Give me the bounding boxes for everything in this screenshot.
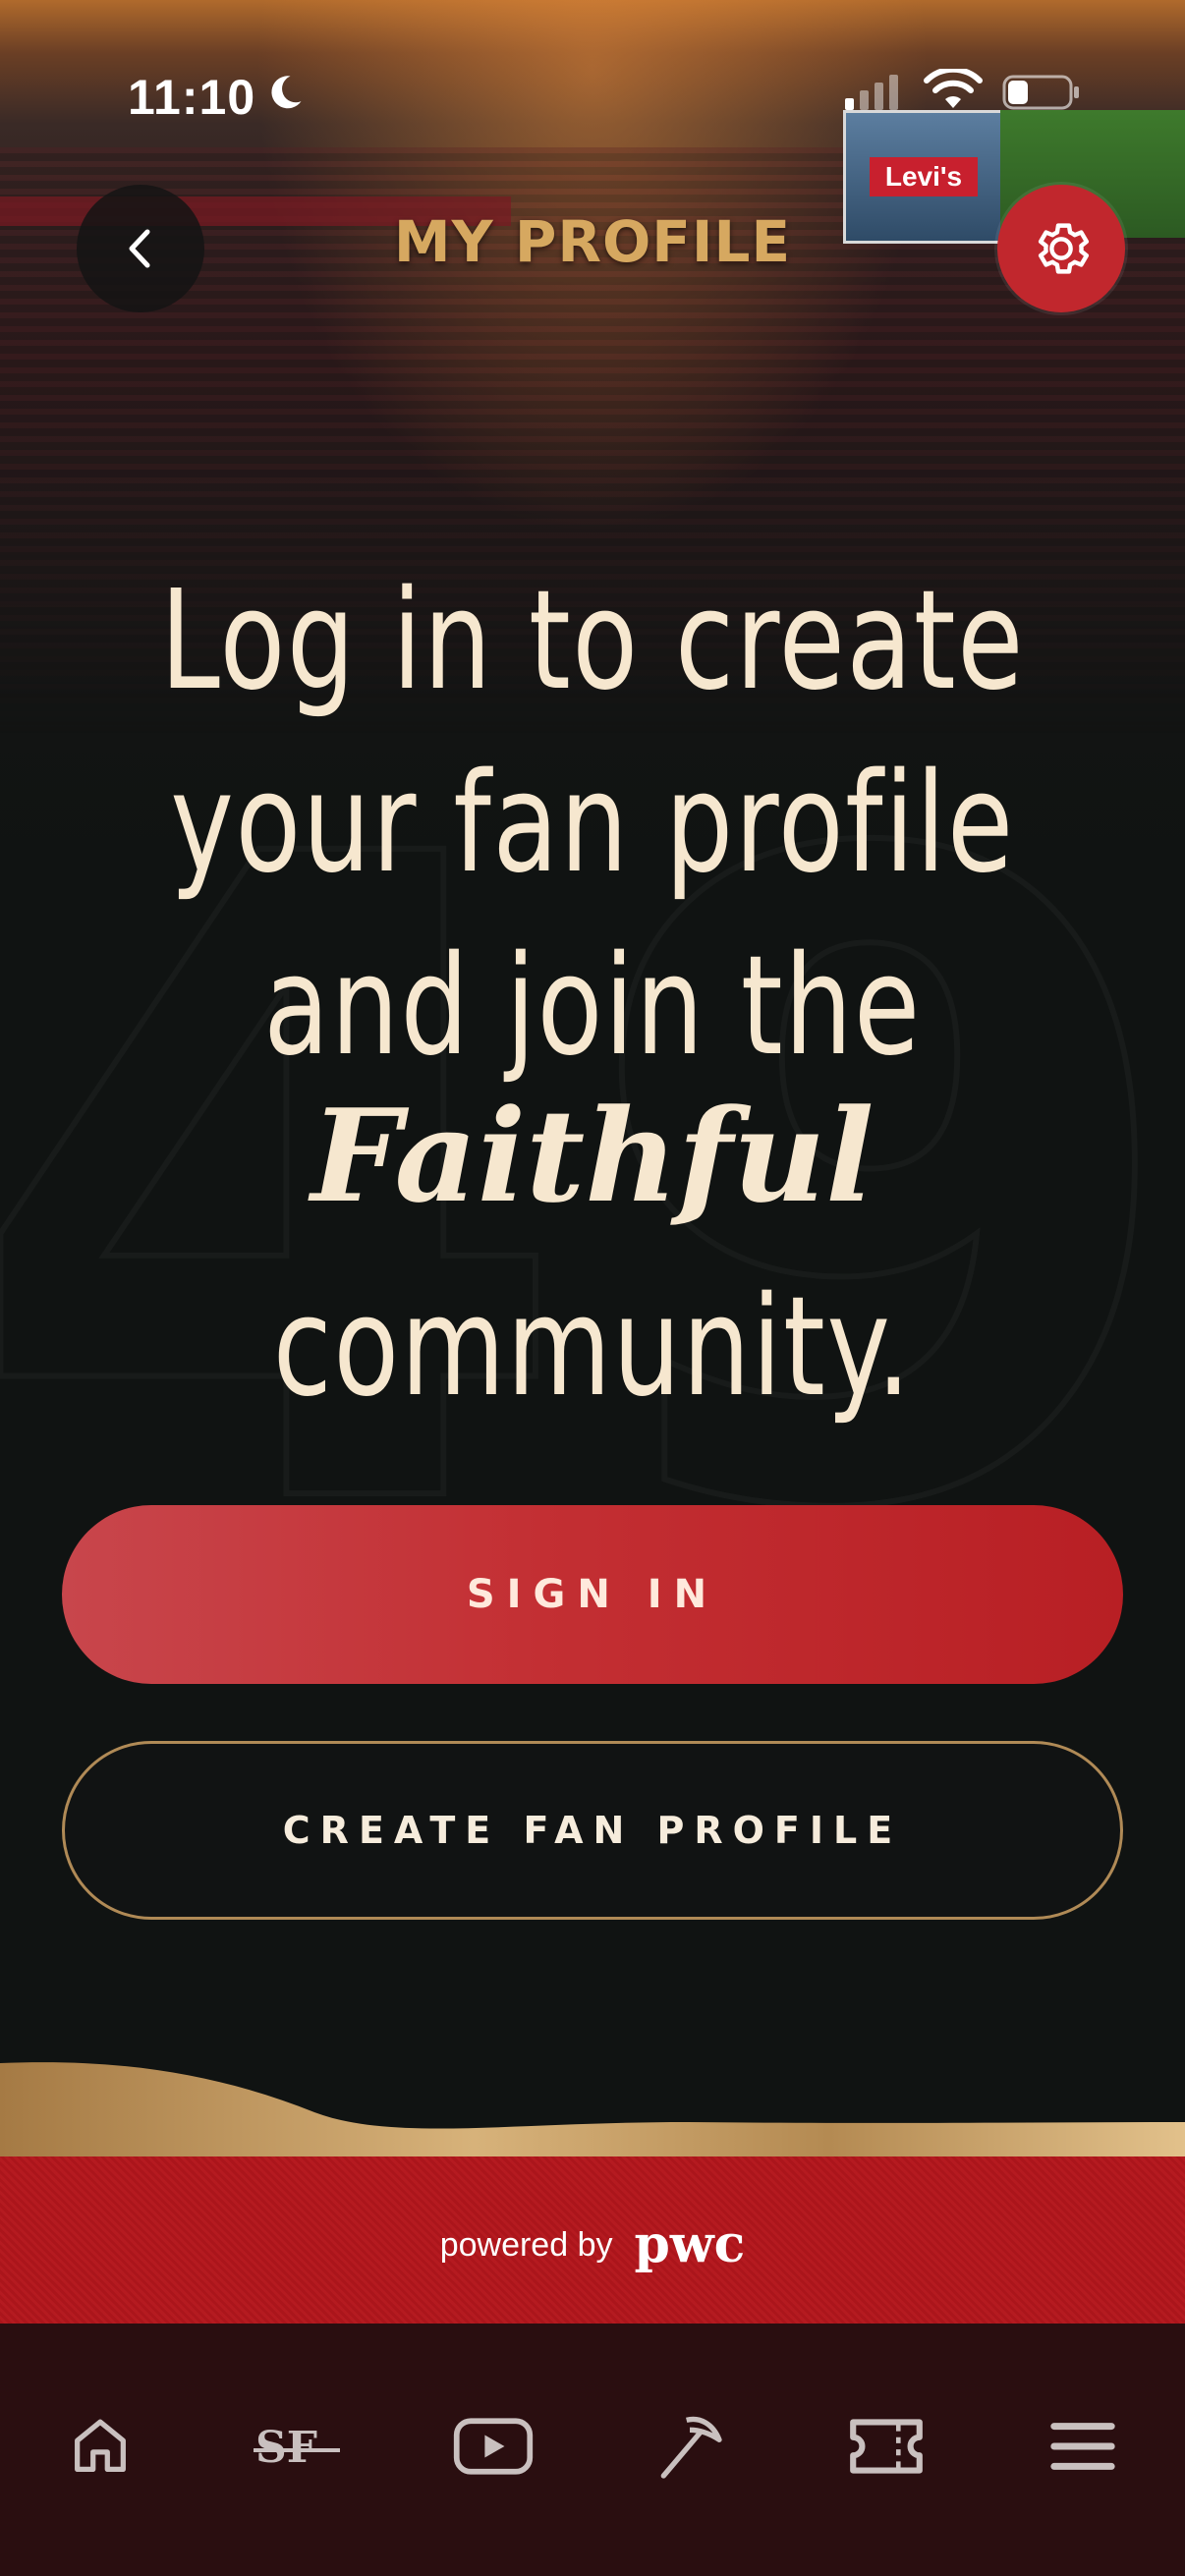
faithful-script-word: Faithful	[310, 1081, 875, 1231]
pickaxe-icon	[660, 2416, 722, 2479]
menu-icon	[1050, 2423, 1115, 2470]
headline-last-line: community.	[272, 1267, 913, 1428]
create-fan-profile-button[interactable]: CREATE FAN PROFILE	[62, 1741, 1123, 1920]
settings-button[interactable]	[997, 185, 1125, 312]
tab-team[interactable]: SF	[248, 2397, 346, 2495]
pwc-logo: pwc	[634, 2214, 746, 2274]
headline-line-1: Log in to create	[160, 561, 1025, 721]
powered-by-text: powered by	[439, 2226, 613, 2264]
sign-in-button[interactable]: SIGN IN	[62, 1505, 1123, 1684]
tab-menu[interactable]	[1034, 2397, 1132, 2495]
ticket-icon	[850, 2419, 923, 2474]
cellular-signal-icon	[845, 75, 898, 110]
home-icon	[75, 2419, 126, 2472]
tab-faithful[interactable]	[641, 2397, 739, 2495]
tab-home[interactable]	[51, 2397, 149, 2495]
status-time: 11:10	[128, 70, 256, 125]
battery-icon	[1002, 75, 1079, 110]
headline-line-3: and join the	[263, 926, 922, 1087]
wifi-icon	[924, 69, 983, 108]
scoreboard-brand: Levi's	[870, 157, 978, 196]
login-prompt-headline: Log in to create your fan profile and jo…	[131, 550, 1055, 1098]
gear-icon	[1038, 223, 1090, 274]
tab-videos[interactable]	[444, 2397, 542, 2495]
tab-tickets[interactable]	[837, 2397, 935, 2495]
gold-wave-divider	[0, 2062, 1185, 2171]
svg-text:SF: SF	[255, 2423, 317, 2473]
moon-icon	[271, 76, 302, 109]
headline-line-2: your fan profile	[170, 744, 1015, 904]
play-icon	[453, 2418, 534, 2475]
bottom-tab-bar	[0, 2324, 1185, 2576]
sf-logo-icon: SF	[254, 2423, 340, 2473]
powered-by-label: powered by pwc	[0, 2214, 1185, 2274]
